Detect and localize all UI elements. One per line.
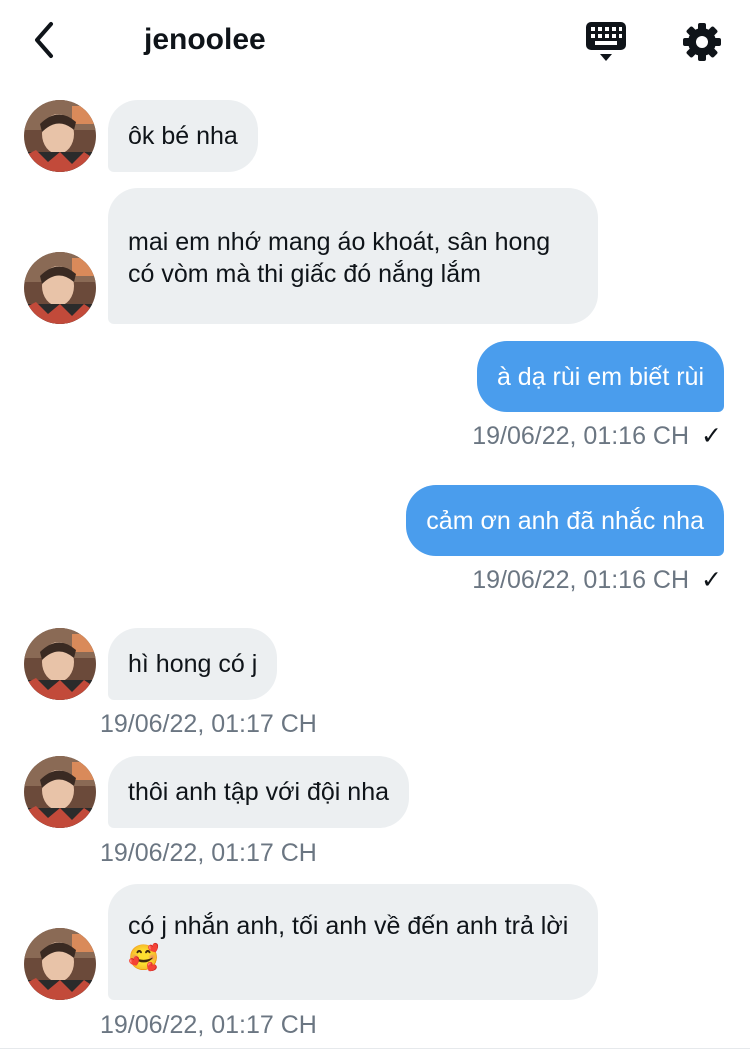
avatar[interactable] [24, 628, 96, 700]
sent-check-icon: ✓ [701, 566, 722, 594]
keyboard-button[interactable] [584, 20, 628, 64]
sent-check-icon: ✓ [701, 422, 722, 450]
gear-icon [683, 23, 721, 61]
settings-button[interactable] [680, 20, 724, 64]
message-bubble-incoming[interactable]: mai em nhớ mang áo khoát, sân hong có vò… [108, 188, 598, 324]
conversation-header: jenoolee [0, 0, 750, 82]
message-bubble-incoming[interactable]: có j nhắn anh, tối anh về đến anh trả lờ… [108, 884, 598, 1000]
back-button[interactable] [22, 18, 66, 62]
conversation-title[interactable]: jenoolee [144, 20, 266, 60]
avatar[interactable] [24, 756, 96, 828]
divider [0, 1048, 750, 1049]
message-timestamp: 19/06/22, 01:17 CH [100, 710, 317, 738]
chevron-left-icon [35, 22, 53, 58]
message-bubble-incoming[interactable]: thôi anh tập với đội nha [108, 756, 410, 828]
timestamp-text: 19/06/22, 01:16 CH [472, 422, 690, 450]
avatar[interactable] [24, 100, 96, 172]
message-bubble-incoming[interactable]: ôk bé nha [108, 100, 258, 172]
message-bubble-outgoing[interactable]: à dạ rùi em biết rùi [476, 341, 724, 412]
message-timestamp: 19/06/22, 01:16 CH ✓ [472, 420, 722, 452]
message-timestamp: 19/06/22, 01:16 CH ✓ [472, 564, 722, 596]
message-timestamp: 19/06/22, 01:17 CH [100, 1011, 317, 1039]
timestamp-text: 19/06/22, 01:16 CH [472, 566, 690, 594]
message-bubble-outgoing[interactable]: cảm ơn anh đã nhắc nha [406, 485, 724, 556]
keyboard-icon [586, 22, 626, 61]
message-timestamp: 19/06/22, 01:17 CH [100, 839, 317, 867]
avatar[interactable] [24, 928, 96, 1000]
message-bubble-incoming[interactable]: hì hong có j [108, 628, 278, 700]
avatar[interactable] [24, 252, 96, 324]
